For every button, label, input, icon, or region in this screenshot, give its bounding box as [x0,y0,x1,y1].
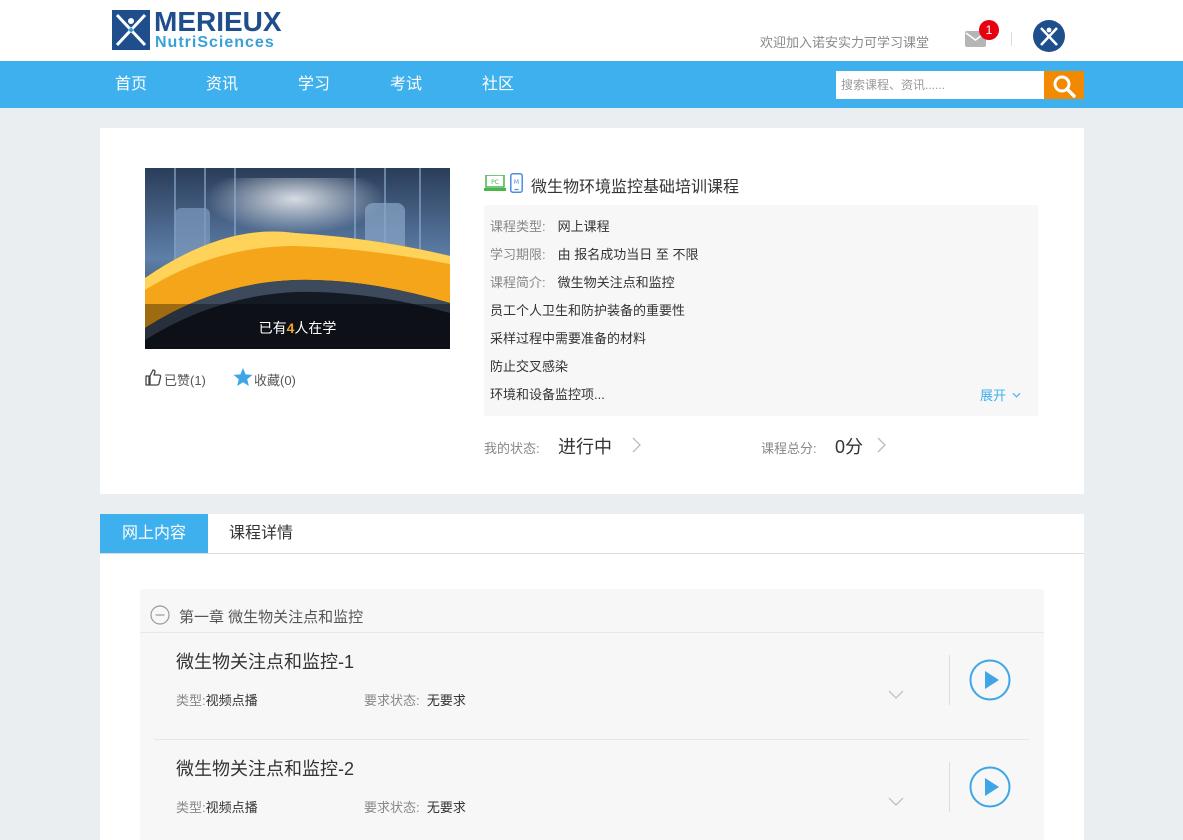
lesson-requirement: 要求状态: 无要求 [364,797,466,816]
status-label: 我的状态: [484,441,540,456]
logo[interactable]: MERIEUX NutriSciences [112,6,302,52]
lesson-type: 类型:视频点播 [176,690,258,709]
chevron-down-icon [1012,392,1021,398]
learners-text: 已有4人在学 [145,318,450,338]
nav-item-learn[interactable]: 学习 [298,75,330,95]
course-title: 微生物环境监控基础培训课程 [531,179,740,196]
lesson-title[interactable]: 微生物关注点和监控-1 [176,648,354,674]
lesson-type-value: 视频点播 [205,693,258,708]
lesson-divider [949,655,950,705]
tab-online-content[interactable]: 网上内容 [100,514,208,553]
expand-toggle[interactable]: 展开 [980,385,1021,404]
chevron-right-icon [632,437,641,453]
play-icon[interactable] [969,766,1011,808]
play-icon[interactable] [969,659,1011,701]
info-intro-line: 防止交叉感染 [490,359,569,374]
chapter-header[interactable]: 第一章 微生物关注点和监控 [140,589,1044,633]
score-label: 课程总分: [761,441,817,456]
nav-item-exam[interactable]: 考试 [390,75,422,95]
chevron-down-icon[interactable] [888,797,904,806]
chapter-section: 第一章 微生物关注点和监控 微生物关注点和监控-1 类型:视频点播 要求状态: … [140,589,1044,840]
logo-text-secondary: NutriSciences [155,34,275,51]
avatar-icon[interactable] [1033,20,1065,52]
expand-label[interactable]: 展开 [980,388,1006,403]
thumbs-up-icon[interactable] [144,368,162,386]
info-type-label: 课程类型: [490,219,546,234]
info-period: 学习期限: 由 报名成功当日 至 不限 [490,244,698,263]
mobile-icon: M [510,173,523,193]
lesson-separator [154,739,1029,740]
info-intro: 课程简介: 微生物关注点和监控 [490,272,675,291]
search-icon [1053,75,1076,98]
content-tabs: 网上内容 课程详情 [100,514,1084,554]
svg-text:M: M [514,179,519,186]
lesson-type-label: 类型: [176,693,206,708]
content-panel: 第一章 微生物关注点和监控 微生物关注点和监控-1 类型:视频点播 要求状态: … [100,554,1084,840]
info-intro-label: 课程简介: [490,275,546,290]
welcome-text: 欢迎加入诺安实力可学习课堂 [760,35,930,50]
unread-badge: 1 [979,20,999,40]
svg-text:PC: PC [491,179,499,186]
nav-item-community[interactable]: 社区 [482,75,514,95]
info-intro-line: 环境和设备监控项... [490,387,605,402]
chevron-down-icon[interactable] [888,690,904,699]
lesson-req-label: 要求状态: [364,800,420,815]
tab-course-details[interactable]: 课程详情 [208,514,314,553]
nav-item-home[interactable]: 首页 [115,75,147,95]
lesson-requirement: 要求状态: 无要求 [364,690,466,709]
logo-icon [112,10,150,50]
info-intro-line: 员工个人卫生和防护装备的重要性 [490,303,686,318]
info-intro-line: 采样过程中需要准备的材料 [490,331,647,346]
lesson-req-value: 无要求 [426,800,466,815]
info-period-label: 学习期限: [490,247,546,262]
star-icon[interactable] [233,368,253,387]
lesson-req-label: 要求状态: [364,693,420,708]
info-type: 课程类型: 网上课程 [490,216,610,235]
chevron-right-icon [877,437,886,453]
score-value: 0分 [835,437,864,457]
pc-icon: PC [484,175,506,191]
lesson-item: 微生物关注点和监控-2 类型:视频点播 要求状态: 无要求 [154,741,1029,840]
lesson-req-value: 无要求 [426,693,466,708]
lesson-title[interactable]: 微生物关注点和监控-2 [176,755,354,781]
info-period-value: 由 报名成功当日 至 不限 [557,247,699,262]
lesson-divider [949,762,950,812]
course-info: 课程类型: 网上课程 学习期限: 由 报名成功当日 至 不限 课程简介: 微生物关注点… [484,205,1038,416]
lesson-type-value: 视频点播 [205,800,258,815]
logo-text-primary: MERIEUX [154,6,282,37]
status-value: 进行中 [558,437,612,457]
course-card: 已有4人在学 已赞(1) 收藏(0) PC M 微生物环境监控基础培训课程 课程… [100,128,1084,494]
search-input[interactable] [836,71,1046,99]
like-count[interactable]: 已赞(1) [164,370,206,389]
favorite-count[interactable]: 收藏(0) [254,370,296,389]
top-bar: MERIEUX NutriSciences 欢迎加入诺安实力可学习课堂 1 [0,0,1183,61]
learners-prefix: 已有 [258,320,287,336]
chapter-title: 第一章 微生物关注点和监控 [179,609,364,626]
learners-suffix: 人在学 [294,320,337,336]
info-type-value: 网上课程 [557,219,610,234]
lesson-type-label: 类型: [176,800,206,815]
search-button[interactable] [1044,71,1084,99]
lesson-type: 类型:视频点播 [176,797,258,816]
nav-item-news[interactable]: 资讯 [206,75,238,95]
info-intro-line: 微生物关注点和监控 [557,275,675,290]
header-divider [1011,32,1012,46]
minus-circle-icon[interactable] [150,605,170,625]
lesson-item: 微生物关注点和监控-1 类型:视频点播 要求状态: 无要求 [154,634,1029,740]
